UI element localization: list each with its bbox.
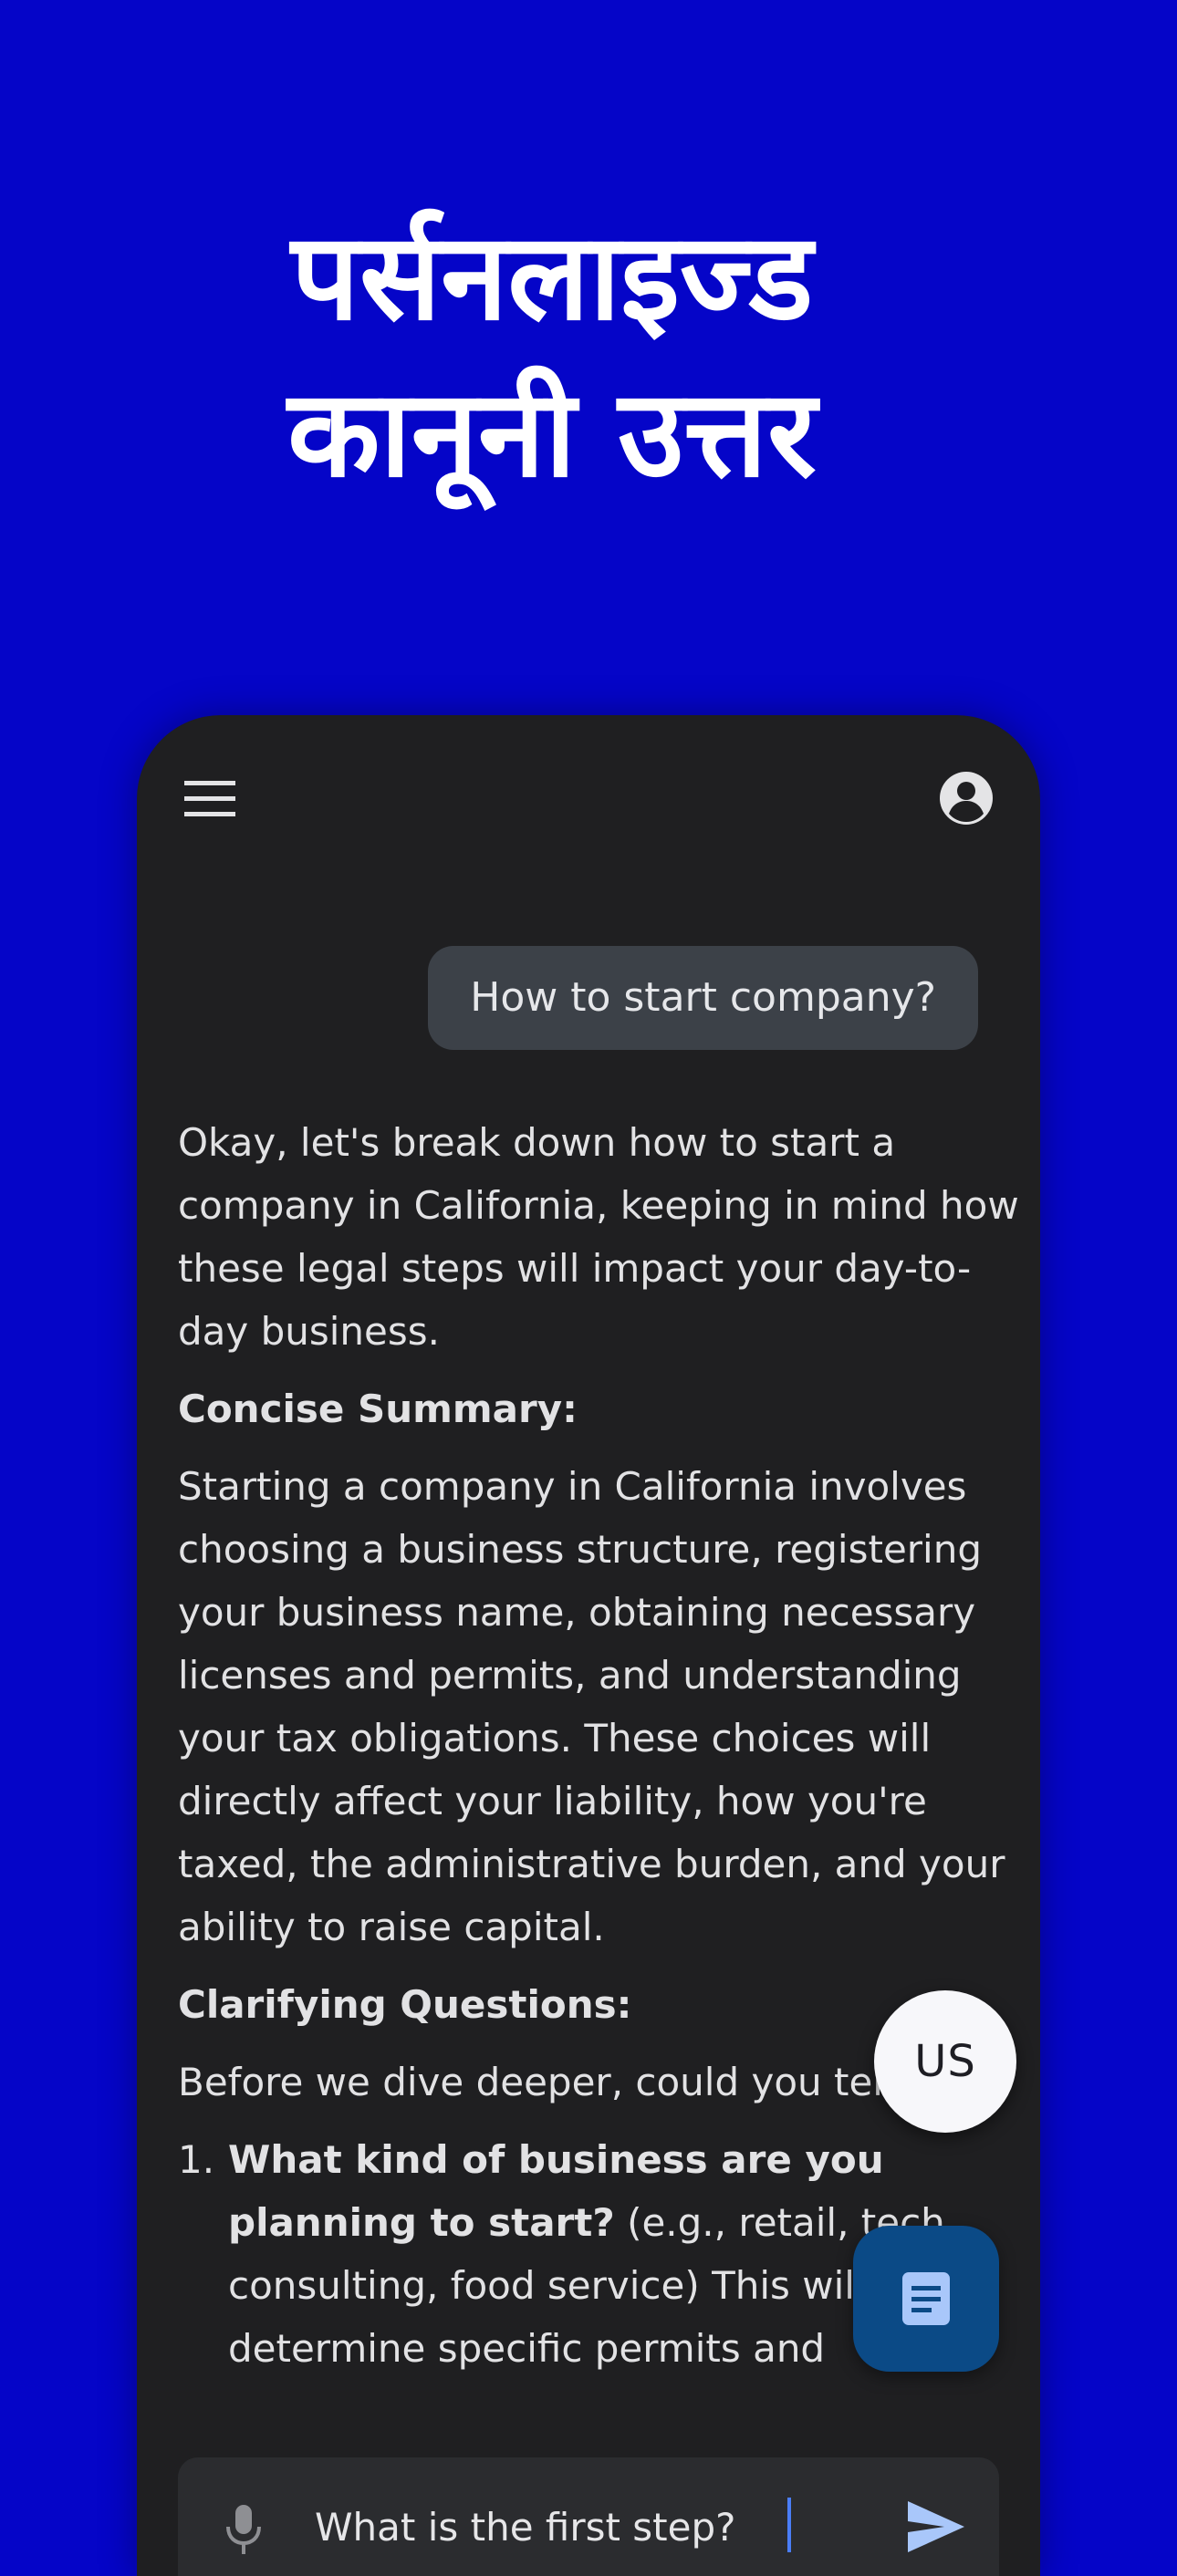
- account-circle-icon[interactable]: [938, 770, 995, 826]
- notes-icon: [902, 2272, 950, 2325]
- assistant-answer: Okay, let's break down how to start a co…: [178, 1111, 1036, 2380]
- message-input[interactable]: [315, 2499, 844, 2554]
- phone-screen: How to start company? Okay, let's break …: [137, 715, 1040, 2576]
- jurisdiction-label: US: [914, 2036, 976, 2087]
- summary-heading: Concise Summary:: [178, 1387, 578, 1431]
- jurisdiction-button[interactable]: US: [874, 1990, 1016, 2133]
- headline-line-1: पर्सनलाइज्ड: [290, 207, 814, 348]
- summary-text: Starting a company in California involve…: [178, 1464, 1005, 1949]
- message-composer: [178, 2457, 999, 2576]
- user-message-bubble: How to start company?: [428, 946, 978, 1050]
- headline-line-2: कानूनी उत्तर: [287, 364, 817, 504]
- answer-intro: Okay, let's break down how to start a co…: [178, 1120, 1019, 1354]
- text-caret: [787, 2498, 791, 2552]
- promo-headline: पर्सनलाइज्ड कानूनी उत्तर: [0, 199, 1104, 513]
- notes-button[interactable]: [853, 2226, 999, 2372]
- send-icon[interactable]: [906, 2499, 966, 2554]
- mic-icon[interactable]: [224, 2503, 264, 2554]
- menu-icon[interactable]: [184, 779, 235, 819]
- question-number: 1.: [178, 2137, 215, 2182]
